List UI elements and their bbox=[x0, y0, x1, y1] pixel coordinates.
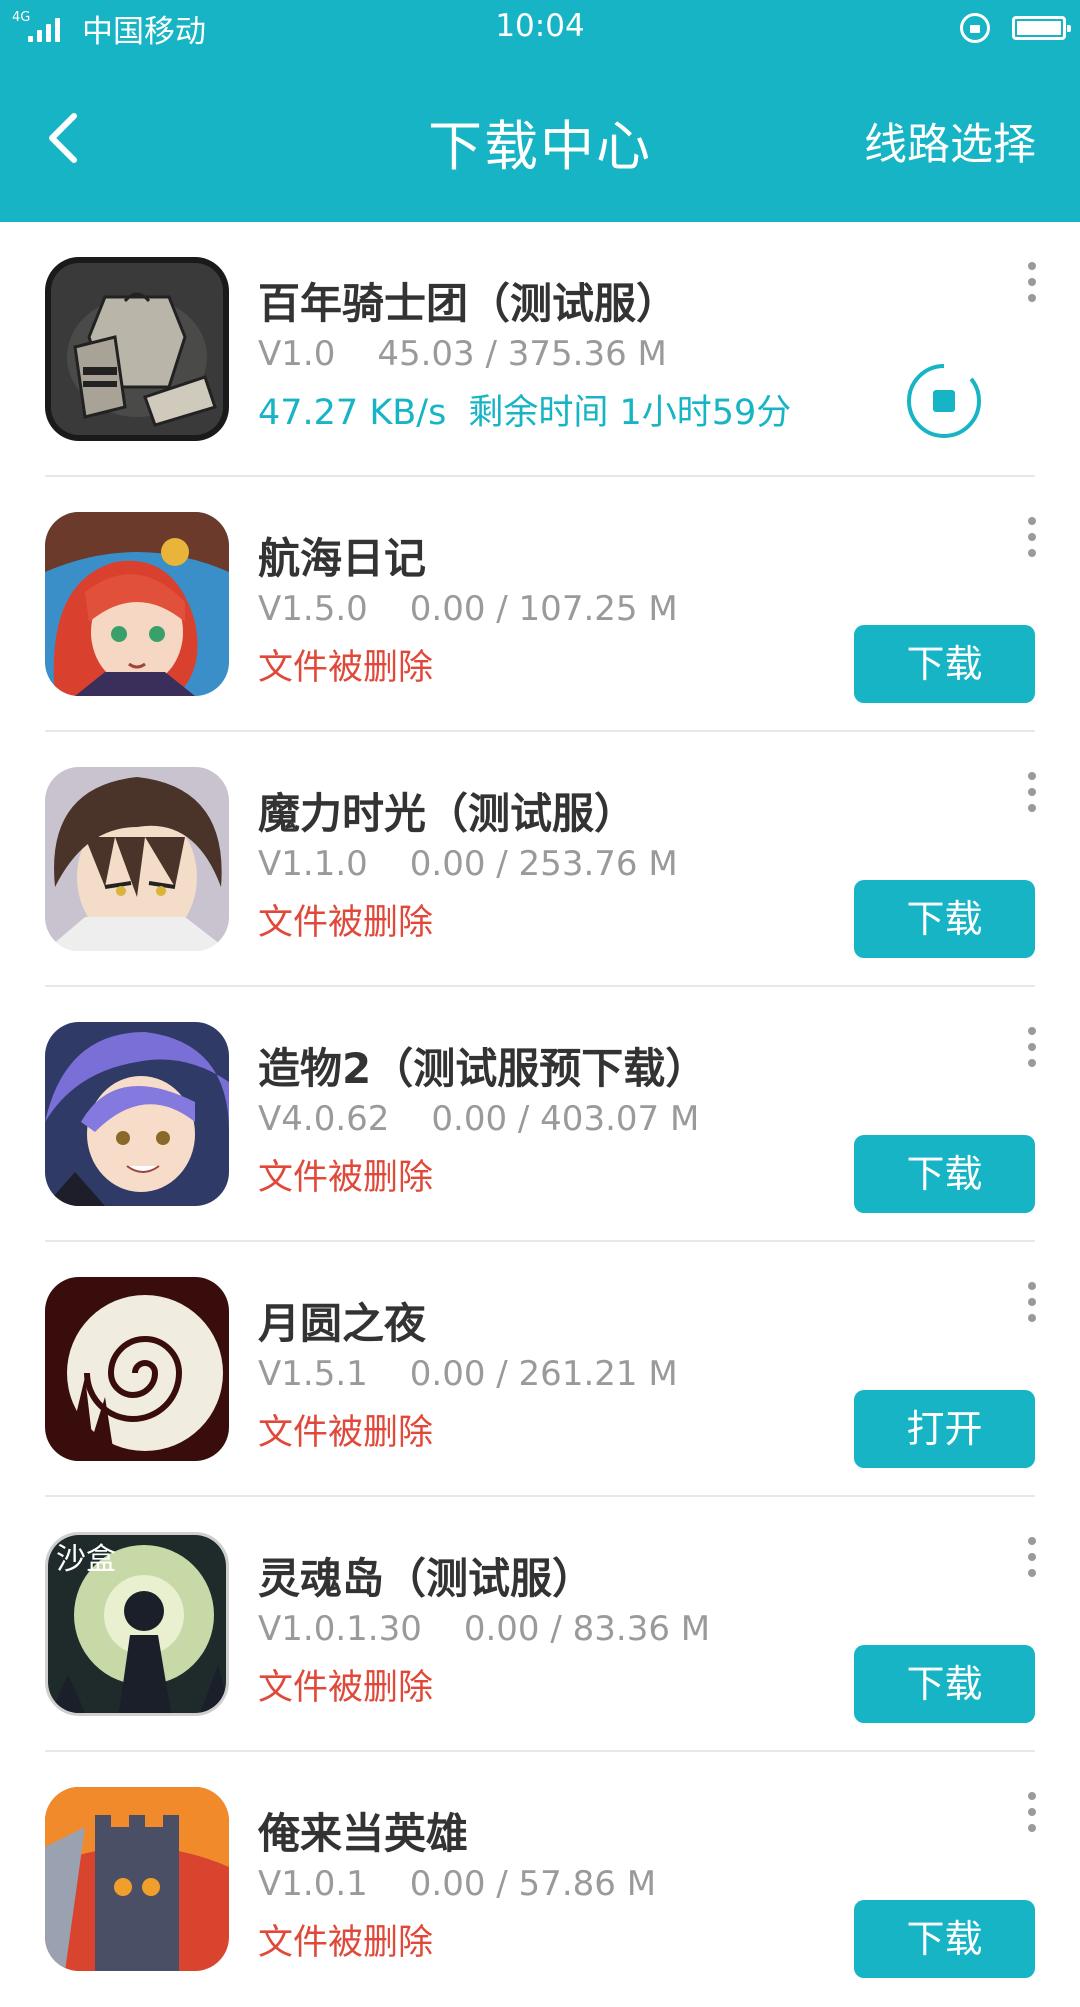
file-deleted-text: 文件被删除 bbox=[258, 1158, 434, 1198]
file-deleted-text: 文件被删除 bbox=[258, 903, 434, 943]
download-item[interactable]: 航海日记 V1.5.0 0.00 / 107.25 M 文件被删除 下载 bbox=[0, 477, 1080, 732]
download-progress-text: 47.27 KB/s 剩余时间 1小时59分 bbox=[258, 384, 791, 435]
battery-icon bbox=[1012, 16, 1071, 40]
app-version: V4.0.62 bbox=[258, 1099, 390, 1139]
download-item[interactable]: 造物2（测试服预下载） V4.0.62 0.00 / 403.07 M 文件被删除… bbox=[0, 987, 1080, 1242]
anime-boy-icon bbox=[45, 767, 229, 951]
app-name: 俺来当英雄 bbox=[258, 1809, 469, 1858]
status-bar: 4G 中国移动 10:04 bbox=[0, 0, 1080, 56]
app-version: V1.0.1.30 bbox=[258, 1609, 422, 1649]
route-select-button[interactable]: 线路选择 bbox=[864, 110, 1036, 172]
download-item[interactable]: 沙盒 灵魂岛（测试服） V1.0.1.30 0.00 / 83.36 M 文件被删… bbox=[0, 1497, 1080, 1752]
clock: 10:04 bbox=[495, 8, 585, 44]
more-options-button[interactable] bbox=[1022, 1792, 1042, 1836]
app-meta: V1.0.1 0.00 / 57.86 M bbox=[258, 1864, 656, 1904]
app-header: 4G 中国移动 10:04 下载中心 线路选择 bbox=[0, 0, 1080, 222]
app-version: V1.0.1 bbox=[258, 1864, 368, 1904]
download-button[interactable]: 下载 bbox=[854, 880, 1035, 958]
status-right bbox=[960, 10, 1071, 46]
app-name: 灵魂岛（测试服） bbox=[258, 1554, 595, 1603]
download-size: 0.00 / 253.76 M bbox=[409, 844, 678, 884]
app-meta: V4.0.62 0.00 / 403.07 M bbox=[258, 1099, 699, 1139]
app-version: V1.5.0 bbox=[258, 589, 368, 629]
download-size: 0.00 / 261.21 M bbox=[409, 1354, 678, 1394]
download-item[interactable]: 魔力时光（测试服） V1.1.0 0.00 / 253.76 M 文件被删除 下载 bbox=[0, 732, 1080, 987]
app-icon-soul-island[interactable]: 沙盒 bbox=[45, 1532, 229, 1716]
armor-icon bbox=[45, 257, 229, 441]
app-icon-full-moon-night[interactable] bbox=[45, 1277, 229, 1461]
more-options-button[interactable] bbox=[1022, 1537, 1042, 1581]
app-meta: V1.0.1.30 0.00 / 83.36 M bbox=[258, 1609, 710, 1649]
more-options-button[interactable] bbox=[1022, 262, 1042, 306]
sandbox-badge: 沙盒 bbox=[56, 1542, 116, 1577]
app-icon-voyage[interactable] bbox=[45, 512, 229, 696]
download-item[interactable]: 月圆之夜 V1.5.1 0.00 / 261.21 M 文件被删除 打开 bbox=[0, 1242, 1080, 1497]
more-options-button[interactable] bbox=[1022, 1027, 1042, 1071]
pirate-girl-icon bbox=[45, 512, 229, 696]
app-name: 魔力时光（测试服） bbox=[258, 789, 637, 838]
download-size: 0.00 / 83.36 M bbox=[463, 1609, 711, 1649]
download-speed: 47.27 KB/s bbox=[258, 393, 447, 433]
download-size: 45.03 / 375.36 M bbox=[377, 334, 667, 374]
app-meta: V1.5.1 0.00 / 261.21 M bbox=[258, 1354, 678, 1394]
silhouette-girl-icon: 沙盒 bbox=[48, 1535, 226, 1713]
app-icon-magic-time[interactable] bbox=[45, 767, 229, 951]
more-options-button[interactable] bbox=[1022, 517, 1042, 561]
download-list: 百年骑士团（测试服） V1.0 45.03 / 375.36 M 47.27 KB… bbox=[0, 222, 1080, 2007]
stop-download-button[interactable] bbox=[905, 362, 983, 440]
app-meta: V1.1.0 0.00 / 253.76 M bbox=[258, 844, 678, 884]
download-button[interactable]: 下载 bbox=[854, 1645, 1035, 1723]
app-version: V1.1.0 bbox=[258, 844, 368, 884]
download-size: 0.00 / 403.07 M bbox=[431, 1099, 700, 1139]
app-version: V1.5.1 bbox=[258, 1354, 368, 1394]
download-size: 0.00 / 107.25 M bbox=[409, 589, 678, 629]
remaining-time: 剩余时间 1小时59分 bbox=[468, 393, 792, 433]
anime-girl-icon bbox=[45, 1022, 229, 1206]
app-name: 造物2（测试服预下载） bbox=[258, 1044, 708, 1093]
file-deleted-text: 文件被删除 bbox=[258, 1923, 434, 1963]
app-icon-knights[interactable] bbox=[45, 257, 229, 441]
app-name: 航海日记 bbox=[258, 534, 427, 583]
nav-bar: 下载中心 线路选择 bbox=[0, 56, 1080, 222]
download-item[interactable]: 俺来当英雄 V1.0.1 0.00 / 57.86 M 文件被删除 下载 bbox=[0, 1752, 1080, 2007]
download-item[interactable]: 百年骑士团（测试服） V1.0 45.03 / 375.36 M 47.27 KB… bbox=[0, 222, 1080, 477]
rotation-lock-icon bbox=[960, 13, 990, 43]
more-options-button[interactable] bbox=[1022, 772, 1042, 816]
download-button[interactable]: 下载 bbox=[854, 1900, 1035, 1978]
open-button[interactable]: 打开 bbox=[854, 1390, 1035, 1468]
app-name: 月圆之夜 bbox=[258, 1299, 427, 1348]
download-button[interactable]: 下载 bbox=[854, 625, 1035, 703]
moon-swirl-icon bbox=[45, 1277, 229, 1461]
app-version: V1.0 bbox=[258, 334, 336, 374]
file-deleted-text: 文件被删除 bbox=[258, 648, 434, 688]
download-size: 0.00 / 57.86 M bbox=[409, 1864, 657, 1904]
more-options-button[interactable] bbox=[1022, 1282, 1042, 1326]
app-icon-creation2[interactable] bbox=[45, 1022, 229, 1206]
stop-icon bbox=[907, 363, 981, 438]
app-icon-hero[interactable] bbox=[45, 1787, 229, 1971]
castle-hero-icon bbox=[45, 1787, 229, 1971]
file-deleted-text: 文件被删除 bbox=[258, 1413, 434, 1453]
app-meta: V1.0 45.03 / 375.36 M bbox=[258, 334, 667, 374]
download-button[interactable]: 下载 bbox=[854, 1135, 1035, 1213]
file-deleted-text: 文件被删除 bbox=[258, 1668, 434, 1708]
app-meta: V1.5.0 0.00 / 107.25 M bbox=[258, 589, 678, 629]
app-name: 百年骑士团（测试服） bbox=[258, 279, 679, 328]
